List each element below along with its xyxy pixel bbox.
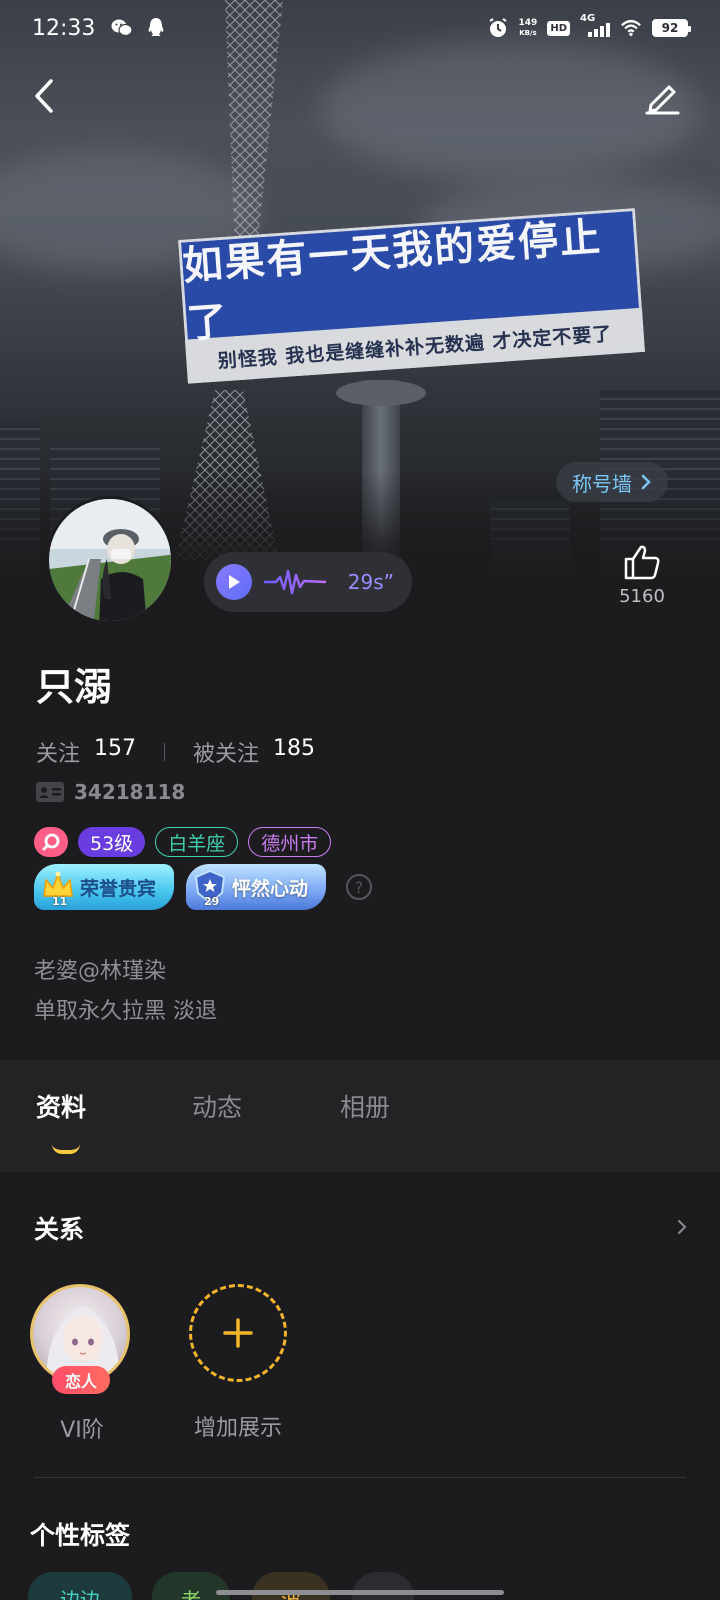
lover-badge: 恋人 [52, 1366, 110, 1394]
follow-stats: 关注 157 被关注 185 [36, 736, 315, 768]
alarm-icon [487, 17, 509, 39]
play-button[interactable] [216, 564, 252, 600]
voice-intro-player[interactable]: 29s” [204, 552, 412, 612]
personal-tags-title: 个性标签 [30, 1521, 131, 1550]
like-button[interactable]: 5160 [610, 544, 674, 614]
followers-link[interactable]: 被关注 185 [193, 736, 315, 768]
add-display-label: 增加展示 [193, 1416, 282, 1441]
signal-icon: 4G [580, 13, 610, 39]
active-tab-indicator [52, 1144, 80, 1154]
following-link[interactable]: 关注 157 [36, 736, 136, 768]
status-bar: 12:33 149 KB/s HD 4G 92 [0, 0, 720, 56]
tab-moments[interactable]: 动态 [192, 1088, 242, 1124]
home-indicator[interactable] [216, 1590, 504, 1595]
like-count: 5160 [619, 586, 665, 607]
following-count: 157 [94, 736, 137, 761]
bio-line: 单取永久拉黑 淡退 [34, 999, 217, 1024]
relation-title: 关系 [34, 1215, 85, 1244]
hd-badge: HD [547, 20, 570, 36]
title-wall-label: 称号墙 [572, 471, 632, 496]
bio-line: 老婆@林瑾染 [34, 959, 167, 984]
chevron-right-icon [641, 474, 651, 490]
qq-icon [145, 17, 167, 39]
bio: 老婆@林瑾染 单取永久拉黑 淡退 [34, 952, 217, 1032]
net-speed: 149 KB/s [518, 18, 538, 37]
user-id: 34218118 [74, 780, 186, 804]
user-id-row[interactable]: 34218118 [36, 780, 185, 804]
medal-row: 11 荣誉贵宾 29 怦然心动 ? [34, 864, 373, 910]
honor-vip-medal[interactable]: 11 荣誉贵宾 [34, 864, 175, 910]
status-time: 12:33 [32, 15, 96, 41]
play-icon [229, 575, 240, 589]
chevron-right-icon [678, 1220, 687, 1234]
avatar-photo [49, 499, 171, 621]
avatar[interactable] [46, 496, 174, 624]
personal-tag[interactable]: 波 [252, 1572, 330, 1600]
battery-indicator: 92 [652, 19, 691, 37]
plus-icon [223, 1318, 253, 1348]
add-display-button[interactable]: 增加展示 [186, 1284, 290, 1442]
section-divider [34, 1477, 686, 1478]
add-circle [189, 1284, 287, 1382]
voice-duration: 29s” [347, 570, 394, 594]
tab-info[interactable]: 资料 [36, 1088, 86, 1124]
wifi-icon [620, 17, 642, 39]
zodiac-tag: 白羊座 [155, 827, 239, 857]
followers-count: 185 [273, 736, 316, 761]
wechat-icon [111, 17, 134, 39]
heartbeat-medal[interactable]: 29 怦然心动 [186, 864, 327, 910]
profile-tags: 53级 白羊座 德州市 [34, 827, 332, 857]
thumbs-up-icon [624, 545, 660, 580]
search-icon [42, 833, 60, 851]
divider [164, 743, 166, 761]
username: 只溺 [36, 665, 113, 709]
search-badge[interactable] [34, 827, 68, 857]
pencil-icon [645, 85, 680, 115]
relation-level: VI阶 [60, 1418, 104, 1443]
waveform-icon [264, 569, 327, 595]
help-icon[interactable]: ? [346, 874, 373, 900]
chevron-left-icon [35, 79, 53, 113]
following-label: 关注 [36, 742, 81, 767]
title-wall-button[interactable]: 称号墙 [556, 462, 668, 502]
tab-album[interactable]: 相册 [340, 1088, 390, 1124]
id-card-icon [36, 782, 64, 802]
personal-tag[interactable]: 老 [152, 1572, 230, 1600]
edit-profile-button[interactable] [640, 74, 684, 118]
back-button[interactable] [24, 76, 64, 116]
level-badge[interactable]: 53级 [78, 827, 146, 857]
city-tag: 德州市 [248, 827, 332, 857]
relation-more-button[interactable] [676, 1218, 688, 1240]
personal-tag[interactable]: 边边 [28, 1572, 132, 1600]
personal-tag[interactable] [352, 1572, 414, 1600]
road-sign: 如果有一天我的爱停止了 别怪我 我也是缝缝补补无数遍 才决定不要了 [178, 208, 645, 390]
profile-tabs: 资料 动态 相册 [0, 1060, 720, 1172]
relation-lover[interactable]: 恋人 VI阶 [30, 1284, 134, 1444]
followers-label: 被关注 [193, 742, 260, 767]
